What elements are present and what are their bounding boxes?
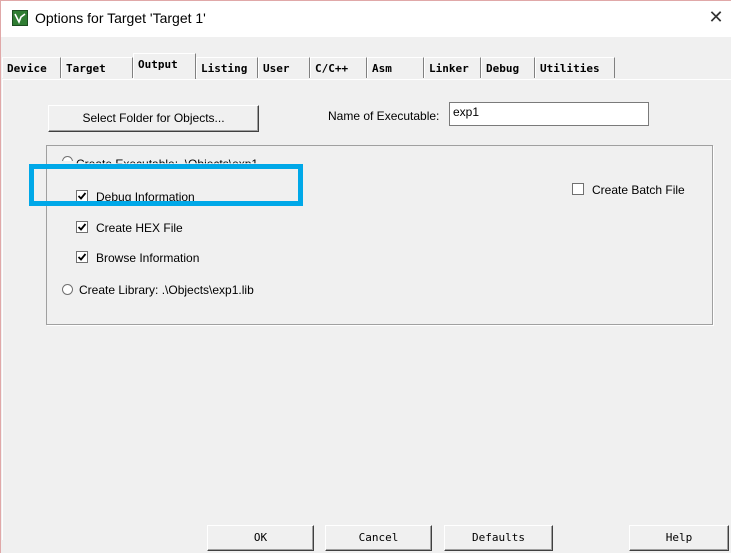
create-hex-checkbox[interactable] xyxy=(76,221,88,233)
tab-debug[interactable]: Debug xyxy=(481,57,535,78)
checkmark-icon xyxy=(77,223,87,231)
create-batch-label: Create Batch File xyxy=(592,183,685,197)
tab-cpp[interactable]: C/C++ xyxy=(310,57,367,78)
defaults-button[interactable]: Defaults xyxy=(444,525,553,551)
select-folder-button[interactable]: Select Folder for Objects... xyxy=(48,105,259,132)
title-bar: Options for Target 'Target 1' ✕ xyxy=(1,1,731,37)
checkmark-icon xyxy=(77,253,87,261)
window-title: Options for Target 'Target 1' xyxy=(35,10,206,26)
browse-information-label: Browse Information xyxy=(96,251,200,265)
executable-name-label: Name of Executable: xyxy=(328,109,440,123)
close-icon[interactable]: ✕ xyxy=(704,5,728,29)
cancel-button[interactable]: Cancel xyxy=(325,525,432,551)
ok-button[interactable]: OK xyxy=(207,525,314,551)
annotation-highlight-box xyxy=(29,164,303,206)
tab-user[interactable]: User xyxy=(258,57,310,78)
options-dialog: Options for Target 'Target 1' ✕ Device T… xyxy=(0,0,731,553)
create-batch-checkbox[interactable] xyxy=(572,183,584,195)
keil-app-icon xyxy=(12,10,28,26)
tab-asm[interactable]: Asm xyxy=(367,57,424,78)
executable-name-input[interactable]: exp1 xyxy=(449,102,649,126)
create-library-radio[interactable] xyxy=(62,284,73,295)
tab-target[interactable]: Target xyxy=(61,57,133,78)
tab-device[interactable]: Device xyxy=(2,57,61,78)
create-library-label: Create Library: .\Objects\exp1.lib xyxy=(79,283,254,297)
tab-utilities[interactable]: Utilities xyxy=(535,57,615,78)
create-hex-label: Create HEX File xyxy=(96,221,183,235)
tab-output[interactable]: Output xyxy=(133,53,196,79)
tab-listing[interactable]: Listing xyxy=(196,57,258,78)
browse-information-checkbox[interactable] xyxy=(76,251,88,263)
help-button[interactable]: Help xyxy=(629,525,729,551)
tab-linker[interactable]: Linker xyxy=(424,57,481,78)
